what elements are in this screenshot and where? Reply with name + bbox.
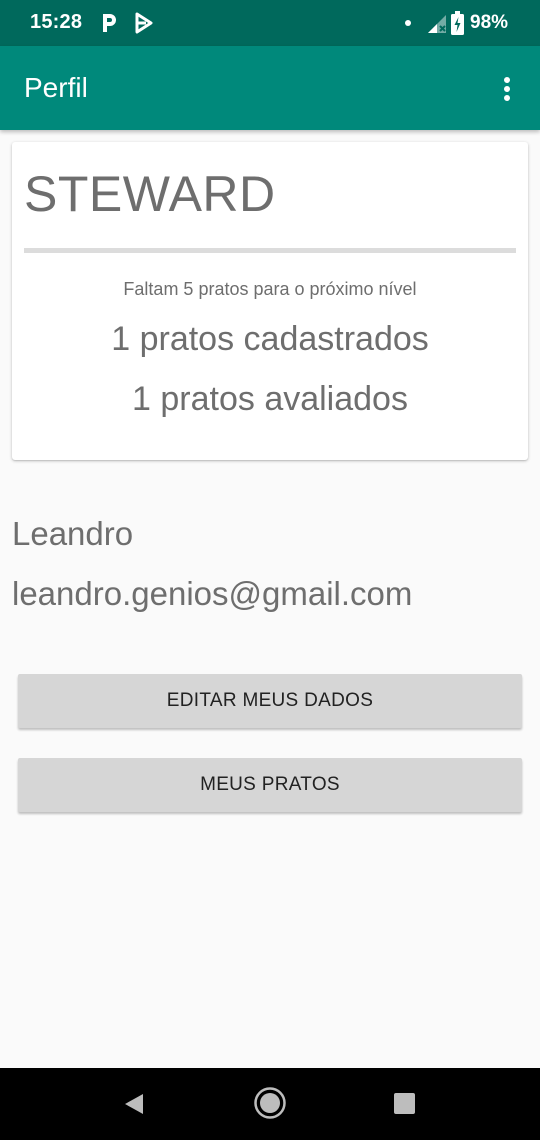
page-title: Perfil xyxy=(24,72,88,103)
level-card: STEWARD Faltam 5 pratos para o próximo n… xyxy=(12,142,528,460)
battery-percentage: 98% xyxy=(470,12,509,33)
next-level-text: Faltam 5 pratos para o próximo nível xyxy=(123,279,417,299)
home-icon[interactable] xyxy=(253,1086,287,1125)
more-vert-icon[interactable] xyxy=(490,72,524,106)
user-email: leandro.genios@gmail.com xyxy=(12,575,413,612)
play-store-icon xyxy=(134,12,154,39)
parking-app-icon xyxy=(100,12,118,39)
navigation-bar xyxy=(0,1068,540,1140)
level-progress-bar xyxy=(24,248,516,253)
user-name: Leandro xyxy=(12,515,134,552)
status-time: 15:28 xyxy=(30,11,83,33)
dishes-registered-count: 1 pratos cadastrados xyxy=(111,320,429,358)
edit-data-button[interactable]: EDITAR MEUS DADOS xyxy=(18,674,522,728)
back-icon[interactable] xyxy=(122,1092,146,1121)
notification-dot-icon xyxy=(405,20,411,26)
dishes-rated-count: 1 pratos avaliados xyxy=(132,380,408,418)
recents-icon[interactable] xyxy=(394,1093,415,1114)
signal-icon xyxy=(426,14,448,39)
status-bar: 15:28 98% xyxy=(0,0,540,46)
my-dishes-button[interactable]: MEUS PRATOS xyxy=(18,758,522,812)
battery-charging-icon xyxy=(451,11,464,40)
app-bar: Perfil xyxy=(0,46,540,130)
level-title: STEWARD xyxy=(24,166,276,222)
